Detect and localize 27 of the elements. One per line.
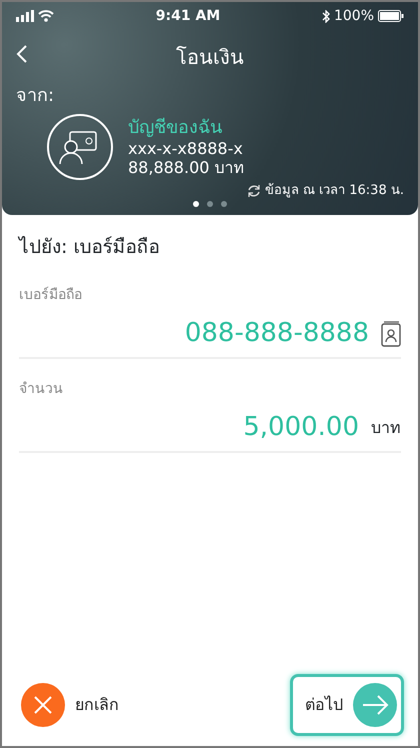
battery-percent: 100% (334, 6, 374, 26)
wifi-icon (38, 10, 54, 22)
contact-book-icon[interactable] (381, 320, 401, 346)
field-label: จำนวน (19, 380, 64, 399)
signal-icon (16, 10, 34, 22)
status-time: 9:41 AM (156, 6, 220, 26)
field-label: เบอร์มือถือ (19, 286, 83, 305)
page-dot[interactable] (207, 200, 213, 206)
screen-title: โอนเงิน (176, 45, 244, 69)
account-number: xxx-x-x8888-x (128, 138, 244, 158)
page-dot[interactable] (193, 200, 199, 206)
to-label: ไปยัง: เบอร์มือถือ (19, 234, 160, 260)
account-card-icon (46, 113, 114, 181)
back-icon[interactable] (16, 44, 28, 64)
close-icon (21, 683, 65, 727)
next-button[interactable]: ต่อไป (290, 674, 404, 736)
refresh-icon (246, 184, 261, 198)
battery-icon (378, 10, 404, 22)
account-balance: 88,888.00 บาท (128, 158, 245, 177)
page-dot[interactable] (221, 200, 227, 206)
update-time: ข้อมูล ณ เวลา 16:38 น. (264, 182, 404, 200)
account-name: บัญชีของฉัน (128, 117, 223, 139)
from-label: จาก: (16, 84, 56, 108)
arrow-right-icon (353, 683, 397, 727)
currency-unit: บาท (371, 416, 401, 438)
cancel-button[interactable]: ยกเลิก (18, 674, 126, 736)
bluetooth-icon (322, 10, 330, 22)
